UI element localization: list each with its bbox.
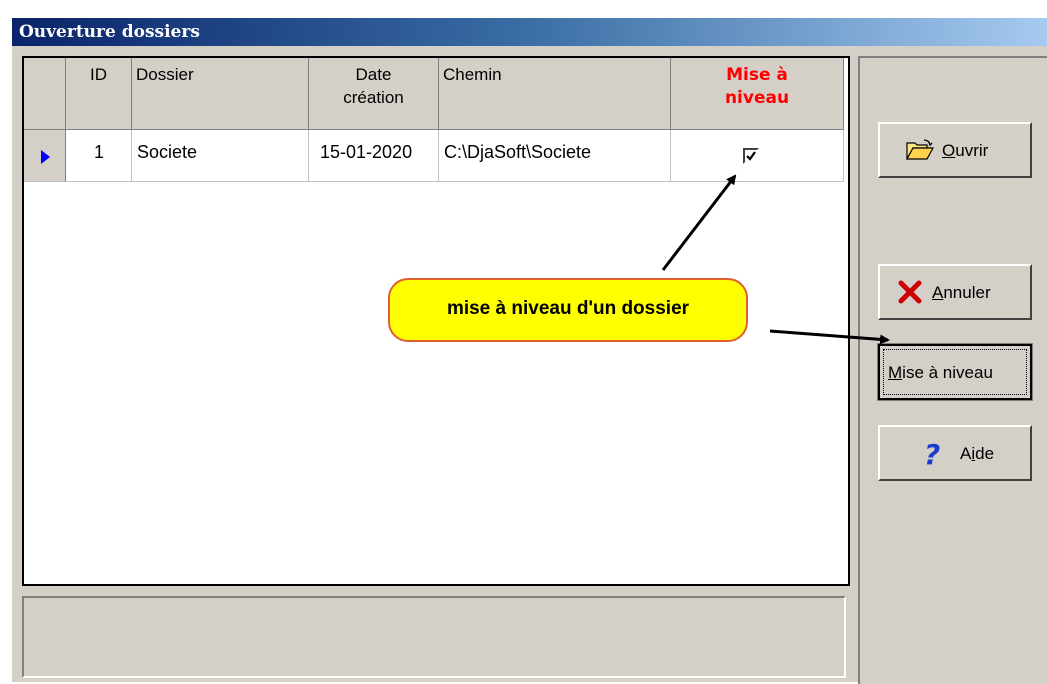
- callout-text: mise à niveau d'un dossier: [446, 298, 690, 319]
- arrow-to-checkbox: [661, 174, 737, 271]
- arrow-to-button: [769, 329, 890, 345]
- callout-bubble: mise à niveau d'un dossier: [388, 278, 748, 342]
